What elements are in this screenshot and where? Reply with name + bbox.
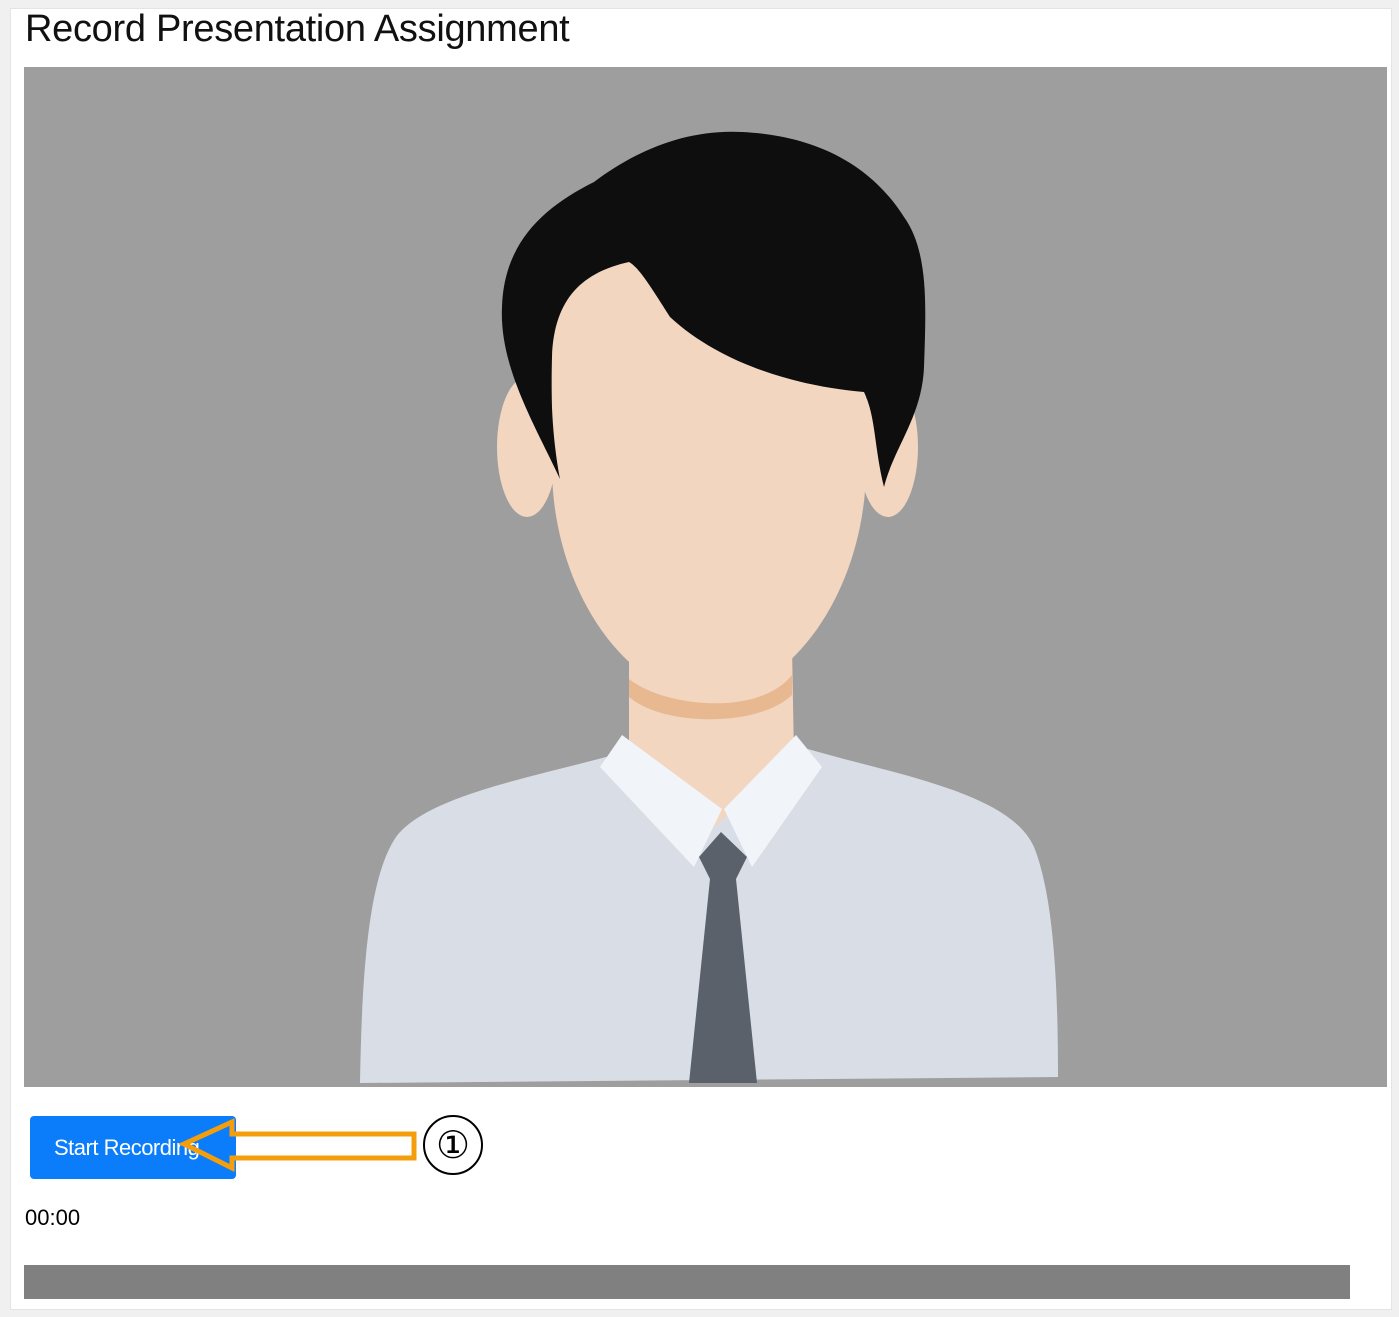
recording-progress-bar (24, 1265, 1350, 1299)
page-title: Record Presentation Assignment (25, 8, 570, 50)
step-number-badge: ① (423, 1115, 483, 1175)
video-preview (24, 67, 1387, 1087)
avatar-man-with-tie-icon (360, 131, 1058, 1083)
recording-timer: 00:00 (25, 1205, 81, 1230)
start-recording-button[interactable]: Start Recording (30, 1116, 236, 1179)
